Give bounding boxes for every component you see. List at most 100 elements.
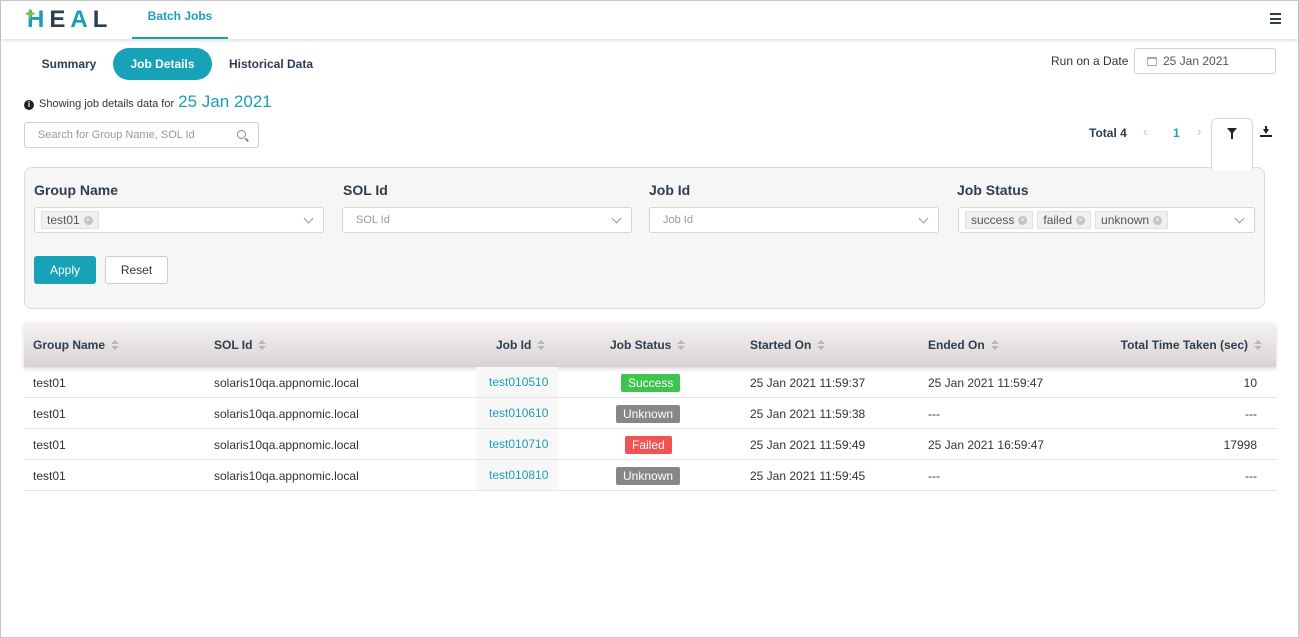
date-picker[interactable]: 25 Jan 2021	[1134, 48, 1276, 74]
table-row: test01 solaris10qa.appnomic.local test0105…	[24, 367, 1276, 398]
job-id-link[interactable]: test010610	[489, 406, 548, 420]
cell-total-time: ---	[1245, 407, 1257, 421]
job-status-select[interactable]: success × failed × unknown ×	[958, 207, 1255, 233]
info-prefix: Showing job details data for	[39, 98, 175, 110]
chip-failed: failed ×	[1037, 211, 1092, 229]
chevron-down-icon	[611, 213, 622, 224]
table-row: test01 solaris10qa.appnomic.local test0106…	[24, 398, 1276, 429]
top-bar: ✚ HEAL Batch Jobs	[1, 1, 1298, 39]
cell-sol-id: solaris10qa.appnomic.local	[214, 407, 359, 421]
chip-remove-icon[interactable]: ×	[1076, 215, 1086, 225]
sort-icon	[111, 340, 120, 350]
cell-group-name: test01	[33, 438, 66, 452]
sort-icon	[817, 340, 826, 350]
tab-job-details[interactable]: Job Details	[113, 48, 212, 80]
page-number[interactable]: 1	[1173, 126, 1180, 140]
chevron-down-icon	[918, 213, 929, 224]
tab-historical-data[interactable]: Historical Data	[221, 48, 321, 80]
cell-started-on: 25 Jan 2021 11:59:49	[750, 438, 866, 452]
tab-summary[interactable]: Summary	[29, 48, 109, 80]
table-row: test01 solaris10qa.appnomic.local test0107…	[24, 429, 1276, 460]
cell-group-name: test01	[33, 469, 66, 483]
cell-total-time: ---	[1245, 469, 1257, 483]
cell-ended-on: 25 Jan 2021 11:59:47	[928, 376, 1044, 390]
chevron-down-icon	[303, 213, 314, 224]
column-header-job-id[interactable]: Job Id	[496, 338, 546, 352]
job-id-link[interactable]: test010510	[489, 375, 548, 389]
sort-icon	[1254, 340, 1262, 350]
search-input[interactable]: Search for Group Name, SOL Id	[24, 122, 259, 148]
sort-icon	[990, 340, 999, 350]
table-row: test01 solaris10qa.appnomic.local test0108…	[24, 460, 1276, 491]
job-id-placeholder: Job Id	[663, 214, 693, 226]
info-message: i Showing job details data for 25 Jan 20…	[24, 92, 272, 112]
chevron-down-icon	[1234, 213, 1245, 224]
cell-started-on: 25 Jan 2021 11:59:45	[750, 469, 866, 483]
cell-group-name: test01	[33, 376, 66, 390]
group-name-select[interactable]: test01 ×	[34, 207, 324, 233]
total-count: Total 4	[1089, 126, 1127, 140]
cell-ended-on: ---	[928, 469, 940, 483]
status-badge: Unknown	[616, 467, 681, 485]
date-value: 25 Jan 2021	[1163, 54, 1230, 68]
chip-test01: test01 ×	[41, 211, 99, 229]
column-header-total-time[interactable]: Total Time Taken (sec)	[1121, 338, 1262, 352]
apply-button[interactable]: Apply	[34, 256, 96, 284]
job-id-link[interactable]: test010810	[489, 468, 548, 482]
column-header-job-status[interactable]: Job Status	[610, 338, 686, 352]
run-on-date-label: Run on a Date	[1051, 54, 1129, 68]
search-icon	[237, 130, 246, 139]
job-id-link[interactable]: test010710	[489, 437, 548, 451]
status-badge: Failed	[625, 436, 672, 454]
menu-icon[interactable]	[1270, 13, 1281, 24]
cell-sol-id: solaris10qa.appnomic.local	[214, 376, 359, 390]
calendar-icon	[1147, 57, 1157, 66]
cell-ended-on: 25 Jan 2021 16:59:47	[928, 438, 1045, 452]
filter-label-sol-id: SOL Id	[343, 182, 388, 198]
logo-text: HEAL	[27, 6, 113, 33]
filter-panel: Group Name SOL Id Job Id Job Status test…	[24, 167, 1265, 309]
sol-id-select[interactable]: SOL Id	[342, 207, 632, 233]
prev-page-button[interactable]: ‹	[1143, 124, 1147, 139]
plus-icon: ✚	[25, 7, 36, 21]
filter-icon	[1227, 128, 1237, 139]
info-icon: i	[24, 100, 34, 110]
cell-ended-on: ---	[928, 407, 940, 421]
column-header-group-name[interactable]: Group Name	[33, 338, 120, 352]
cell-sol-id: solaris10qa.appnomic.local	[214, 438, 359, 452]
heal-logo[interactable]: ✚ HEAL	[23, 5, 112, 35]
reset-button[interactable]: Reset	[105, 256, 168, 284]
sort-icon	[677, 340, 686, 350]
chip-success: success ×	[965, 211, 1034, 229]
app-window: ✚ HEAL Batch Jobs Summary Job Details Hi…	[0, 0, 1299, 638]
download-icon[interactable]	[1260, 126, 1272, 138]
sort-icon	[258, 340, 267, 350]
cell-total-time: 17998	[1223, 438, 1257, 452]
chip-remove-icon[interactable]: ×	[1018, 215, 1028, 225]
next-page-button[interactable]: ›	[1197, 124, 1201, 139]
cell-sol-id: solaris10qa.appnomic.local	[214, 469, 359, 483]
info-date: 25 Jan 2021	[178, 92, 272, 111]
status-badge: Unknown	[616, 405, 681, 423]
nav-tab-batch-jobs[interactable]: Batch Jobs	[132, 1, 228, 39]
column-header-ended-on[interactable]: Ended On	[928, 338, 999, 352]
filter-label-job-id: Job Id	[649, 182, 691, 198]
cell-started-on: 25 Jan 2021 11:59:38	[750, 407, 866, 421]
search-placeholder: Search for Group Name, SOL Id	[38, 129, 195, 141]
filter-toggle-button[interactable]	[1211, 118, 1253, 170]
chip-remove-icon[interactable]: ×	[83, 215, 93, 225]
filter-label-group-name: Group Name	[34, 182, 119, 198]
sort-icon	[537, 340, 546, 350]
sol-id-placeholder: SOL Id	[356, 214, 390, 226]
chip-remove-icon[interactable]: ×	[1153, 215, 1163, 225]
status-badge: Success	[621, 374, 681, 392]
table-header: Group Name SOL Id Job Id Job Status Star…	[24, 322, 1276, 367]
cell-group-name: test01	[33, 407, 66, 421]
cell-total-time: 10	[1243, 376, 1257, 390]
column-header-started-on[interactable]: Started On	[750, 338, 826, 352]
job-id-select[interactable]: Job Id	[649, 207, 939, 233]
cell-started-on: 25 Jan 2021 11:59:37	[750, 376, 866, 390]
filter-label-job-status: Job Status	[957, 182, 1029, 198]
chip-unknown: unknown ×	[1095, 211, 1169, 229]
column-header-sol-id[interactable]: SOL Id	[214, 338, 267, 352]
